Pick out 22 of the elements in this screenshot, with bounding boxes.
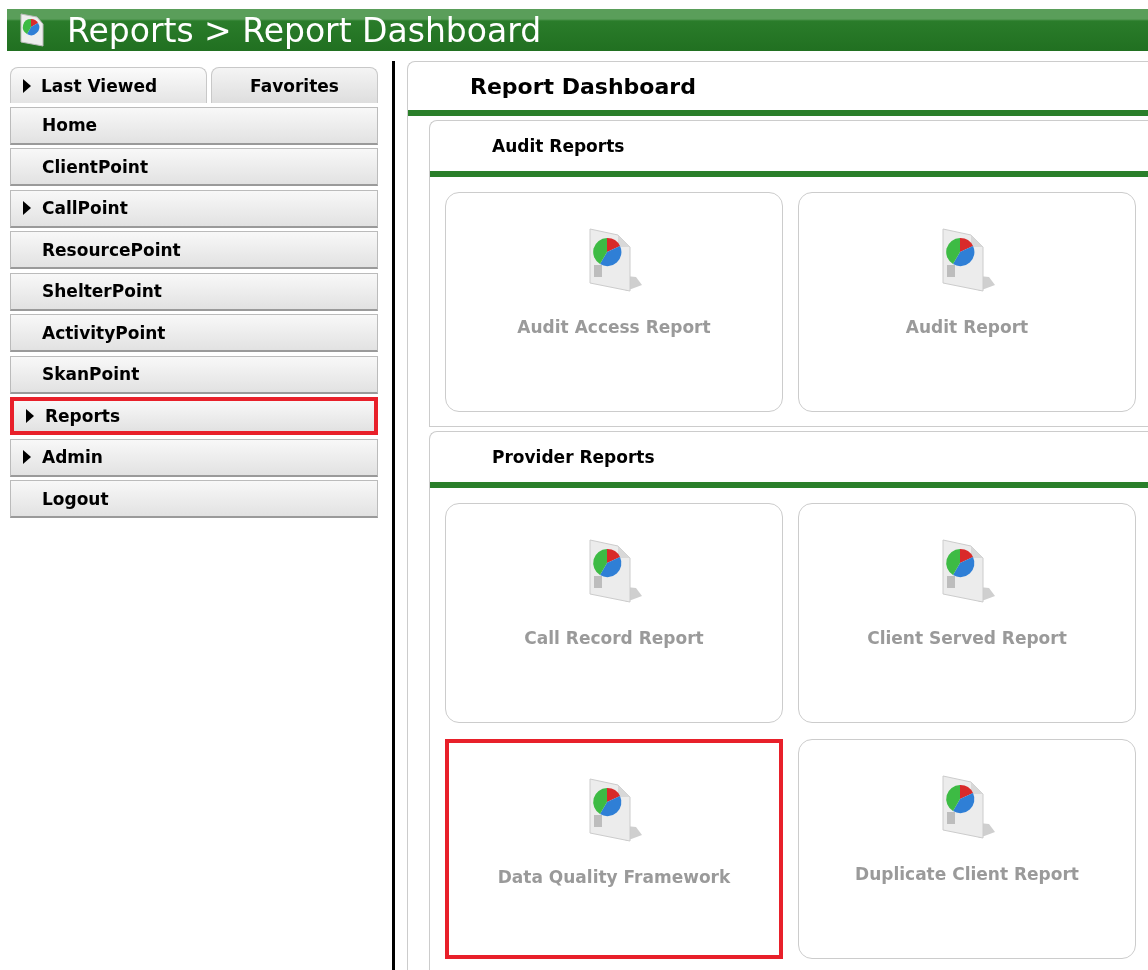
report-icon: [586, 536, 642, 604]
nav-item[interactable]: Reports: [10, 397, 378, 435]
nav-item[interactable]: Logout: [10, 480, 378, 518]
report-icon: [586, 775, 642, 843]
nav-item[interactable]: ClientPoint: [10, 148, 378, 186]
nav-item[interactable]: ShelterPoint: [10, 272, 378, 311]
nav-item[interactable]: ResourcePoint: [10, 231, 378, 269]
sidebar-tab[interactable]: Favorites: [211, 67, 378, 103]
nav-item[interactable]: Admin: [10, 438, 378, 477]
nav-item[interactable]: SkanPoint: [10, 355, 378, 394]
dashboard-title: Report Dashboard: [470, 73, 696, 99]
report-icon: [939, 772, 995, 840]
report-icon: [586, 225, 642, 293]
section-title: Provider Reports: [492, 447, 655, 467]
report-icon: [939, 536, 995, 604]
page-title: Reports > Report Dashboard: [67, 10, 542, 50]
report-icon: [939, 225, 995, 293]
nav-item[interactable]: Home: [10, 106, 378, 145]
section-title: Audit Reports: [492, 136, 625, 156]
nav-item[interactable]: ActivityPoint: [10, 314, 378, 352]
nav-item[interactable]: CallPoint: [10, 189, 378, 228]
sidebar-tab[interactable]: Last Viewed: [10, 67, 207, 103]
